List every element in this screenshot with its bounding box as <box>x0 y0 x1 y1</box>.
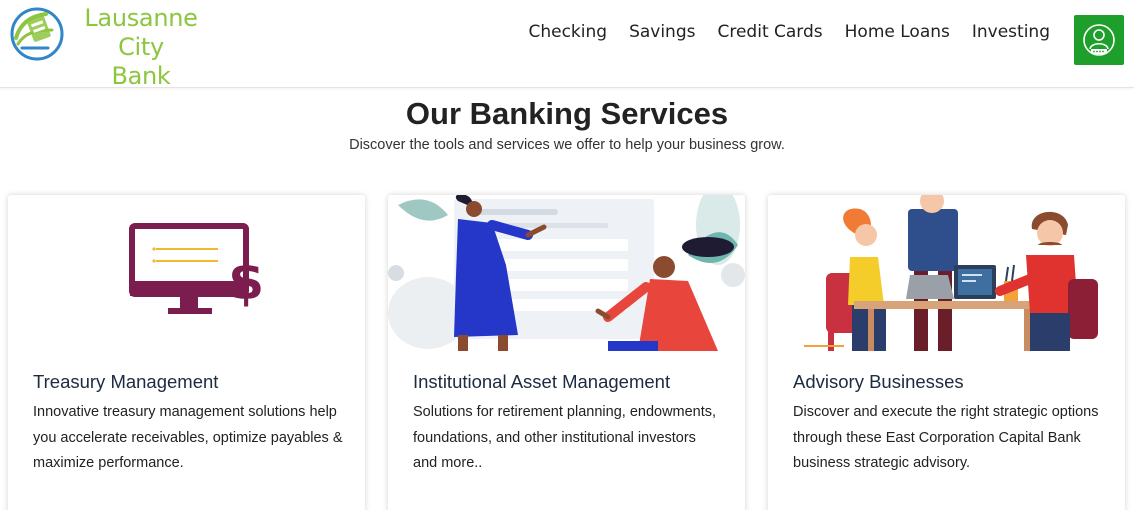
card-title[interactable]: Institutional Asset Management <box>413 370 670 394</box>
service-card-advisory[interactable]: Advisory Businesses Discover and execute… <box>768 195 1125 510</box>
bank-logo-icon <box>10 7 64 61</box>
page-subtitle: Discover the tools and services we offer… <box>349 137 785 153</box>
main-nav: Checking Savings Credit Cards Home Loans… <box>506 21 1050 43</box>
card-title[interactable]: Treasury Management <box>33 370 218 394</box>
nav-checking[interactable]: Checking <box>528 21 607 43</box>
bank-name-line2: Bank <box>111 62 171 90</box>
page-title: Our Banking Services <box>405 96 729 131</box>
nav-investing[interactable]: Investing <box>972 21 1050 43</box>
bank-name-line1: Lausanne City <box>84 4 198 61</box>
user-lock-icon <box>1083 24 1115 56</box>
card-description: Innovative treasury management solutions… <box>33 404 343 471</box>
service-card-asset-management[interactable]: Institutional Asset Management Solutions… <box>388 195 745 510</box>
bank-name: Lausanne City Bank <box>68 4 214 91</box>
card-description: Discover and execute the right strategic… <box>793 404 1099 471</box>
advisory-team-illustration <box>768 195 1125 351</box>
nav-credit-cards[interactable]: Credit Cards <box>717 21 822 43</box>
card-title[interactable]: Advisory Businesses <box>793 370 964 394</box>
card-description: Solutions for retirement planning, endow… <box>413 404 717 471</box>
nav-home-loans[interactable]: Home Loans <box>845 21 950 43</box>
bank-logo[interactable]: Lausanne City Bank <box>8 4 214 91</box>
monitor-dollar-icon: $ <box>129 223 264 314</box>
svg-text:$: $ <box>228 252 264 312</box>
service-card-treasury[interactable]: $ Treasury Management Innovative treasur… <box>8 195 365 510</box>
nav-savings[interactable]: Savings <box>629 21 695 43</box>
site-header: Lausanne City Bank Checking Savings Cred… <box>0 0 1134 91</box>
user-login-button[interactable] <box>1074 15 1124 65</box>
asset-management-illustration <box>388 195 745 351</box>
